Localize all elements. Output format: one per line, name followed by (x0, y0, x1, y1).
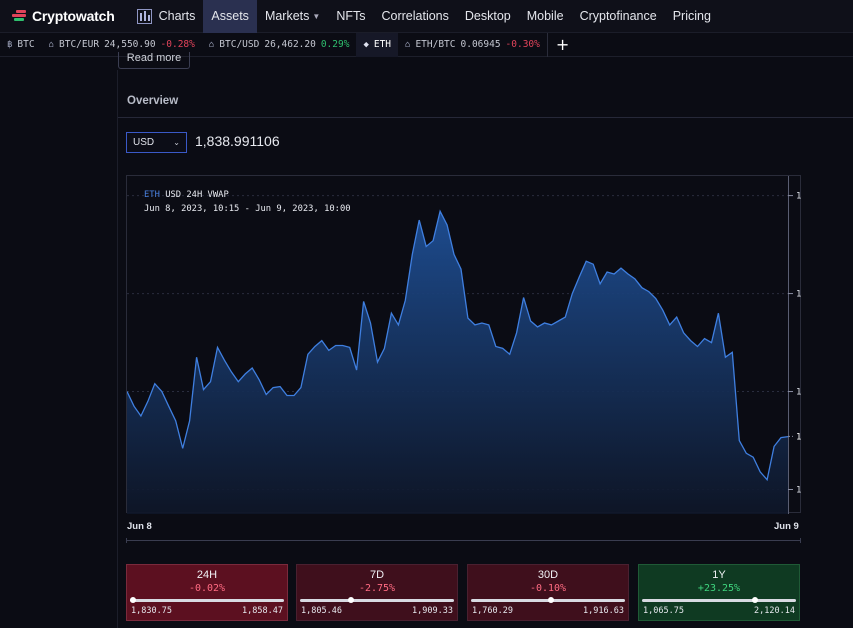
read-more-button[interactable]: Read more (118, 52, 190, 69)
stat-range-marker (348, 597, 354, 603)
nav-cryptofinance-label: Cryptofinance (579, 9, 657, 23)
chart-title: USD 24H VWAP (165, 190, 229, 200)
stat-card-30d[interactable]: 30D -0.10% 1,760.29 1,916.63 (467, 564, 629, 621)
nav-nfts[interactable]: NFTs (328, 0, 373, 33)
stat-change: -2.75% (358, 583, 396, 594)
stat-high: 1,858.47 (242, 606, 283, 616)
overview-heading: Overview (127, 95, 179, 107)
nav-charts-label: Charts (158, 9, 196, 23)
chart-legend: ETH USD 24H VWAP Jun 8, 2023, 10:15 - Ju… (144, 188, 351, 216)
ticker-change: 0.29% (320, 39, 350, 50)
ticker-price: 24,550.90 (104, 39, 156, 50)
logo-text: Cryptowatch (32, 8, 115, 24)
price-chart-svg: 1860.00 1850.00 1840.00 1830.00 1835.42 (127, 176, 802, 514)
nav-pricing[interactable]: Pricing (665, 0, 719, 33)
ticker-symbol: BTC/USD (219, 39, 260, 50)
nav-cryptofinance[interactable]: Cryptofinance (572, 0, 665, 33)
currency-select[interactable]: USD ⌄ (126, 132, 187, 153)
y-tick-label: 1850.00 (796, 290, 802, 300)
bitcoin-icon: ฿ (7, 39, 13, 50)
stat-change: +23.25% (697, 583, 741, 594)
nav-assets[interactable]: Assets (203, 0, 257, 33)
current-value-label: 1835.42 (796, 432, 802, 442)
nav-correlations[interactable]: Correlations (373, 0, 456, 33)
stat-range-marker (130, 597, 136, 603)
exchange-icon: ⌂ (405, 39, 411, 50)
stat-period: 7D (369, 569, 385, 581)
top-nav: Cryptowatch Charts Assets Markets ▼ NFTs … (0, 0, 853, 33)
panel-border (117, 70, 118, 628)
stat-high: 1,909.33 (412, 606, 453, 616)
ticker-change: -0.28% (160, 39, 195, 50)
ticker-price: 0.06945 (460, 39, 501, 50)
exchange-icon: ⌂ (48, 39, 55, 50)
stat-range-marker (547, 597, 554, 603)
stat-change: -0.10% (529, 583, 567, 594)
exchange-icon: ⌂ (208, 39, 215, 50)
ticker-eth-btc[interactable]: ⌂ ETH/BTC 0.06945 -0.30% (398, 33, 547, 57)
price-chart[interactable]: 1860.00 1850.00 1840.00 1830.00 1835.42 (126, 175, 802, 514)
nav-markets-label: Markets (264, 9, 310, 23)
x-tick-start: Jun 8 (127, 521, 152, 532)
stat-range-bar (300, 599, 454, 602)
currency-select-value: USD (133, 137, 155, 148)
chart-subtitle: Jun 8, 2023, 10:15 - Jun 9, 2023, 10:00 (144, 204, 351, 214)
stat-low: 1,805.46 (301, 606, 342, 616)
stat-low: 1,830.75 (131, 606, 172, 616)
nav-mobile[interactable]: Mobile (519, 0, 572, 33)
stat-period: 30D (537, 569, 559, 581)
ticker-change: -0.30% (505, 39, 540, 50)
ticker-price: 26,462.20 (264, 39, 316, 50)
stat-high: 2,120.14 (754, 606, 795, 616)
stat-low: 1,065.75 (643, 606, 684, 616)
stat-range-bar (130, 599, 284, 602)
chevron-down-icon: ⌄ (173, 138, 180, 147)
stat-range-marker (751, 597, 758, 603)
ethereum-icon: ◆ (363, 39, 369, 50)
cryptowatch-logo-icon (10, 9, 28, 23)
nav-charts[interactable]: Charts (129, 0, 204, 33)
nav-desktop[interactable]: Desktop (457, 0, 519, 33)
chart-range-slider[interactable] (126, 538, 801, 543)
stat-range-bar (642, 599, 796, 602)
ticker-symbol: ETH/BTC (415, 39, 456, 50)
x-tick-end: Jun 9 (774, 521, 799, 532)
overview-divider (118, 117, 853, 118)
y-tick-label: 1860.00 (796, 192, 802, 202)
ticker-symbol: BTC/EUR (59, 39, 100, 50)
nav-pricing-label: Pricing (672, 9, 711, 23)
nav-mobile-label: Mobile (526, 9, 564, 23)
nav-correlations-label: Correlations (381, 9, 449, 23)
ticker-symbol: ETH (373, 39, 392, 50)
stat-card-7d[interactable]: 7D -2.75% 1,805.46 1,909.33 (296, 564, 458, 621)
y-tick-label: 1840.00 (796, 388, 802, 398)
ticker-btc[interactable]: ฿ BTC (0, 33, 42, 57)
current-price: 1,838.991106 (195, 133, 280, 149)
ticker-symbol: BTC (17, 39, 35, 50)
stat-change: -0.02% (188, 583, 226, 594)
chart-grid-icon (136, 8, 152, 24)
add-ticker-button[interactable]: + (548, 35, 577, 54)
stat-high: 1,916.63 (583, 606, 624, 616)
stat-low: 1,760.29 (472, 606, 513, 616)
logo[interactable]: Cryptowatch (10, 8, 115, 24)
stat-period: 24H (196, 569, 218, 581)
nav-desktop-label: Desktop (464, 9, 511, 23)
stat-card-1y[interactable]: 1Y +23.25% 1,065.75 2,120.14 (638, 564, 800, 621)
chart-symbol: ETH (144, 190, 160, 200)
stat-period: 1Y (712, 569, 726, 581)
nav-markets[interactable]: Markets ▼ (257, 0, 328, 33)
nav-assets-label: Assets (211, 9, 249, 23)
ticker-btc-usd[interactable]: ⌂ BTC/USD 26,462.20 0.29% (202, 33, 357, 57)
y-tick-label: 1830.00 (796, 486, 802, 496)
chevron-down-icon: ▼ (312, 11, 321, 21)
stat-card-24h[interactable]: 24H -0.02% 1,830.75 1,858.47 (126, 564, 288, 621)
nav-nfts-label: NFTs (336, 9, 366, 23)
ticker-eth[interactable]: ◆ ETH (356, 32, 399, 57)
